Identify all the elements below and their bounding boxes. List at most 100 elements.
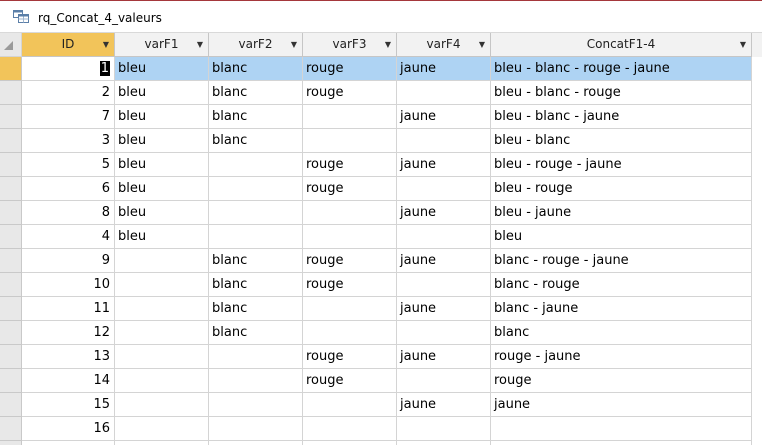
varf4-cell[interactable]: [397, 129, 491, 153]
varf2-cell[interactable]: [209, 177, 303, 201]
table-row[interactable]: 14 rouge rouge: [0, 369, 762, 393]
id-cell[interactable]: 2: [22, 81, 115, 105]
varf4-cell[interactable]: jaune: [397, 393, 491, 417]
varf3-cell[interactable]: [303, 441, 397, 445]
varf4-cell[interactable]: [397, 417, 491, 441]
select-all-corner[interactable]: [0, 33, 22, 57]
varf2-cell[interactable]: [209, 225, 303, 249]
record-selector[interactable]: [0, 273, 22, 297]
record-selector[interactable]: [0, 369, 22, 393]
column-header-id[interactable]: ID ▼: [22, 33, 115, 57]
id-cell[interactable]: 8: [22, 201, 115, 225]
varf1-cell[interactable]: [115, 249, 209, 273]
table-row[interactable]: 11 blanc jaune blanc - jaune: [0, 297, 762, 321]
filter-dropdown-icon[interactable]: ▼: [385, 33, 391, 56]
varf3-cell[interactable]: [303, 201, 397, 225]
id-cell[interactable]: 9: [22, 249, 115, 273]
id-cell[interactable]: 0: [22, 441, 115, 445]
table-row[interactable]: 15 jaune jaune: [0, 393, 762, 417]
filter-dropdown-icon[interactable]: ▼: [291, 33, 297, 56]
varf3-cell[interactable]: rouge: [303, 177, 397, 201]
varf3-cell[interactable]: [303, 225, 397, 249]
varf4-cell[interactable]: [397, 273, 491, 297]
record-selector[interactable]: [0, 321, 22, 345]
varf1-cell[interactable]: bleu: [115, 57, 209, 81]
varf1-cell[interactable]: bleu: [115, 201, 209, 225]
varf1-cell[interactable]: bleu: [115, 225, 209, 249]
record-selector[interactable]: [0, 417, 22, 441]
varf3-cell[interactable]: rouge: [303, 153, 397, 177]
varf4-cell[interactable]: [397, 81, 491, 105]
column-header-concat[interactable]: ConcatF1-4 ▼: [491, 33, 752, 57]
filter-dropdown-icon[interactable]: ▼: [479, 33, 485, 56]
table-row[interactable]: 10 blanc rouge blanc - rouge: [0, 273, 762, 297]
varf3-cell[interactable]: [303, 393, 397, 417]
id-cell[interactable]: 16: [22, 417, 115, 441]
document-tab[interactable]: rq_Concat_4_valeurs: [0, 0, 762, 34]
varf4-cell[interactable]: [397, 441, 491, 445]
varf4-cell[interactable]: [397, 321, 491, 345]
concat-cell[interactable]: jaune: [491, 393, 752, 417]
record-selector[interactable]: [0, 105, 22, 129]
varf1-cell[interactable]: [115, 345, 209, 369]
varf4-cell[interactable]: jaune: [397, 57, 491, 81]
concat-cell[interactable]: blanc - rouge: [491, 273, 752, 297]
varf2-cell[interactable]: [209, 369, 303, 393]
id-cell[interactable]: 3: [22, 129, 115, 153]
id-cell[interactable]: 11: [22, 297, 115, 321]
varf1-cell[interactable]: [115, 273, 209, 297]
concat-cell[interactable]: bleu - rouge: [491, 177, 752, 201]
concat-cell[interactable]: bleu - rouge - jaune: [491, 153, 752, 177]
varf4-cell[interactable]: jaune: [397, 297, 491, 321]
table-row[interactable]: 3 bleu blanc bleu - blanc: [0, 129, 762, 153]
column-header-varf4[interactable]: varF4 ▼: [397, 33, 491, 57]
varf3-cell[interactable]: rouge: [303, 345, 397, 369]
varf2-cell[interactable]: blanc: [209, 81, 303, 105]
concat-cell[interactable]: bleu - blanc - rouge: [491, 81, 752, 105]
concat-cell[interactable]: blanc - jaune: [491, 297, 752, 321]
varf3-cell[interactable]: [303, 129, 397, 153]
id-cell[interactable]: 6: [22, 177, 115, 201]
concat-cell[interactable]: rouge - jaune: [491, 345, 752, 369]
varf2-cell[interactable]: [209, 441, 303, 445]
id-cell[interactable]: 7: [22, 105, 115, 129]
varf3-cell[interactable]: [303, 417, 397, 441]
concat-cell[interactable]: blanc: [491, 321, 752, 345]
varf2-cell[interactable]: blanc: [209, 57, 303, 81]
concat-cell[interactable]: [491, 441, 752, 445]
varf2-cell[interactable]: blanc: [209, 297, 303, 321]
table-row[interactable]: 4 bleu bleu: [0, 225, 762, 249]
varf3-cell[interactable]: [303, 297, 397, 321]
id-cell[interactable]: 15: [22, 393, 115, 417]
varf1-cell[interactable]: [115, 321, 209, 345]
concat-cell[interactable]: bleu - blanc - jaune: [491, 105, 752, 129]
filter-dropdown-icon[interactable]: ▼: [740, 33, 746, 56]
table-row[interactable]: 9 blanc rouge jaune blanc - rouge - jaune: [0, 249, 762, 273]
varf2-cell[interactable]: [209, 345, 303, 369]
varf1-cell[interactable]: [115, 417, 209, 441]
varf2-cell[interactable]: blanc: [209, 129, 303, 153]
record-selector[interactable]: [0, 441, 22, 445]
record-selector[interactable]: [0, 129, 22, 153]
id-cell[interactable]: 12: [22, 321, 115, 345]
varf1-cell[interactable]: [115, 441, 209, 445]
varf4-cell[interactable]: [397, 369, 491, 393]
table-row[interactable]: 16: [0, 417, 762, 441]
record-selector[interactable]: [0, 153, 22, 177]
varf3-cell[interactable]: rouge: [303, 369, 397, 393]
varf1-cell[interactable]: bleu: [115, 105, 209, 129]
concat-cell[interactable]: bleu - blanc - rouge - jaune: [491, 57, 752, 81]
record-selector[interactable]: [0, 297, 22, 321]
column-header-varf1[interactable]: varF1 ▼: [115, 33, 209, 57]
varf2-cell[interactable]: [209, 393, 303, 417]
concat-cell[interactable]: blanc - rouge - jaune: [491, 249, 752, 273]
varf1-cell[interactable]: bleu: [115, 81, 209, 105]
varf2-cell[interactable]: [209, 153, 303, 177]
varf1-cell[interactable]: [115, 369, 209, 393]
concat-cell[interactable]: bleu: [491, 225, 752, 249]
column-header-varf2[interactable]: varF2 ▼: [209, 33, 303, 57]
varf3-cell[interactable]: [303, 105, 397, 129]
id-cell[interactable]: 13: [22, 345, 115, 369]
varf3-cell[interactable]: rouge: [303, 81, 397, 105]
record-selector[interactable]: [0, 345, 22, 369]
